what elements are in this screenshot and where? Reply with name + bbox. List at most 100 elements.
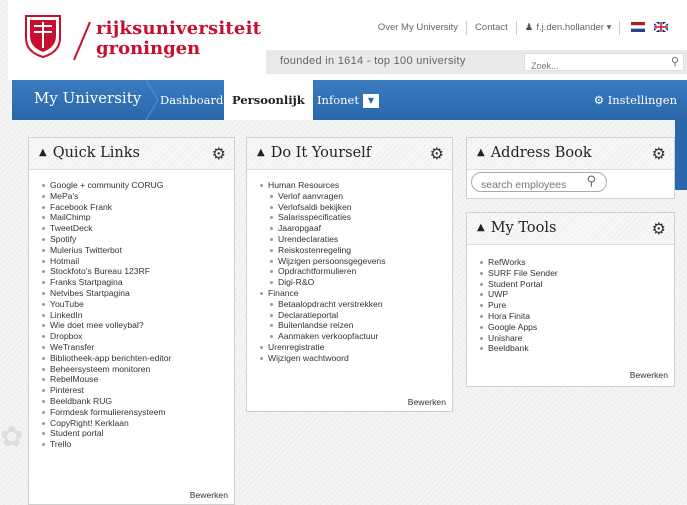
my-tools-header: ▲ My Tools ⚙ bbox=[467, 213, 674, 245]
contact-link[interactable]: Contact bbox=[467, 21, 517, 35]
gear-icon[interactable]: ⚙ bbox=[652, 144, 666, 163]
list-item[interactable]: Hotmail bbox=[41, 256, 234, 267]
edit-link[interactable]: Bewerken bbox=[630, 370, 668, 380]
settings-button[interactable]: ⚙ Instellingen bbox=[594, 80, 677, 120]
university-seal-icon[interactable] bbox=[24, 14, 62, 58]
list-item[interactable]: Wie doet mee volleybal? bbox=[41, 320, 234, 331]
list-item[interactable]: Beeldbank RUG bbox=[41, 396, 234, 407]
list-item[interactable]: Trello bbox=[41, 439, 234, 450]
list-item[interactable]: Dropbox bbox=[41, 331, 234, 342]
list-item[interactable]: UWP bbox=[479, 289, 674, 300]
brand-name-line2[interactable]: groningen bbox=[96, 38, 200, 59]
list-item[interactable]: Hora Finita bbox=[479, 311, 674, 322]
list-item[interactable]: Beheersysteem monitoren bbox=[41, 364, 234, 375]
list-item[interactable]: Facebook Frank bbox=[41, 202, 234, 213]
search-icon[interactable]: ⚲ bbox=[586, 174, 596, 189]
chevron-down-icon: ▾ bbox=[606, 22, 612, 33]
list-item[interactable]: TweetDeck bbox=[41, 223, 234, 234]
search-box: ⚲ bbox=[524, 53, 684, 74]
list-item[interactable]: Salarisspecificaties bbox=[259, 212, 452, 223]
tab-persoonlijk[interactable]: Persoonlijk bbox=[224, 80, 313, 120]
quick-links-title-label: Quick Links bbox=[52, 145, 140, 161]
nav-title[interactable]: My University bbox=[34, 89, 141, 107]
caret-up-icon: ▲ bbox=[477, 222, 485, 233]
list-item[interactable]: CopyRight! Kerklaan bbox=[41, 418, 234, 429]
caret-up-icon: ▲ bbox=[477, 147, 485, 158]
list-item[interactable]: Verlofsaldi bekijken bbox=[259, 202, 452, 213]
search-icon[interactable]: ⚲ bbox=[671, 55, 679, 68]
about-link[interactable]: Over My University bbox=[370, 21, 468, 35]
list-item[interactable]: Wijzigen wachtwoord bbox=[259, 353, 452, 364]
list-item[interactable]: Urenregistratie bbox=[259, 342, 452, 353]
user-menu[interactable]: ♟ f.j.den.hollander ▾ bbox=[517, 21, 621, 35]
list-item[interactable]: WeTransfer bbox=[41, 342, 234, 353]
nav-separator-icon bbox=[146, 80, 158, 120]
list-item[interactable]: Student portal bbox=[41, 428, 234, 439]
edit-link[interactable]: Bewerken bbox=[408, 397, 446, 407]
list-item[interactable]: Opdrachtformulieren bbox=[259, 266, 452, 277]
logo-slash-icon bbox=[73, 21, 91, 61]
list-item[interactable]: Betaalopdracht verstrekken bbox=[259, 299, 452, 310]
gear-icon[interactable]: ⚙ bbox=[430, 144, 444, 163]
user-name: f.j.den.hollander bbox=[536, 22, 604, 33]
list-item[interactable]: RebelMouse bbox=[41, 374, 234, 385]
address-book-title[interactable]: ▲ Address Book bbox=[477, 145, 592, 161]
list-item[interactable]: Wijzigen persoonsgegevens bbox=[259, 256, 452, 267]
address-book-panel: ▲ Address Book ⚙ ⚲ bbox=[466, 137, 675, 199]
dutch-flag-icon[interactable] bbox=[631, 22, 646, 33]
list-item[interactable]: MePa's bbox=[41, 191, 234, 202]
list-item[interactable]: SURF File Sender bbox=[479, 268, 674, 279]
my-tools-title-label: My Tools bbox=[490, 220, 557, 236]
list-item[interactable]: Unishare bbox=[479, 333, 674, 344]
edit-link[interactable]: Bewerken bbox=[190, 490, 228, 500]
list-item[interactable]: Buitenlandse reizen bbox=[259, 320, 452, 331]
list-item[interactable]: Netvibes Startpagina bbox=[41, 288, 234, 299]
list-item[interactable]: Formdesk formulierensysteem bbox=[41, 407, 234, 418]
gear-icon: ⚙ bbox=[593, 93, 605, 107]
list-item[interactable]: Student Portal bbox=[479, 279, 674, 290]
list-item[interactable]: LinkedIn bbox=[41, 310, 234, 321]
employee-search: ⚲ bbox=[471, 172, 607, 194]
list-item[interactable]: Digi-R&O bbox=[259, 277, 452, 288]
list-item[interactable]: Google Apps bbox=[479, 322, 674, 333]
list-item[interactable]: Verlof aanvragen bbox=[259, 191, 452, 202]
list-item[interactable]: Reiskostenregeling bbox=[259, 245, 452, 256]
tab-dashboard[interactable]: Dashboard bbox=[160, 80, 223, 120]
my-tools-title[interactable]: ▲ My Tools bbox=[477, 220, 556, 236]
list-item[interactable]: Google + community CORUG bbox=[41, 180, 234, 191]
employee-search-input[interactable] bbox=[472, 176, 580, 194]
list-item[interactable]: Declaratieportal bbox=[259, 310, 452, 321]
list-item[interactable]: Finance bbox=[259, 288, 452, 299]
list-item[interactable]: RefWorks bbox=[479, 257, 674, 268]
tab-infonet[interactable]: Infonet ▼ bbox=[317, 80, 379, 120]
main-nav: My University Dashboard Persoonlijk Info… bbox=[12, 80, 687, 120]
list-item[interactable]: YouTube bbox=[41, 299, 234, 310]
user-icon: ♟ bbox=[524, 22, 534, 33]
quick-links-title[interactable]: ▲ Quick Links bbox=[39, 145, 140, 161]
gear-icon[interactable]: ⚙ bbox=[212, 144, 226, 163]
diy-title[interactable]: ▲ Do It Yourself bbox=[257, 145, 371, 161]
list-item[interactable]: Mulerius Twitterbot bbox=[41, 245, 234, 256]
gear-icon[interactable]: ⚙ bbox=[652, 219, 666, 238]
list-item[interactable]: Franks Startpagina bbox=[41, 277, 234, 288]
tagline-bar: founded in 1614 - top 100 university ⚲ bbox=[266, 50, 687, 74]
chevron-down-icon[interactable]: ▼ bbox=[362, 94, 379, 108]
diy-header: ▲ Do It Yourself ⚙ bbox=[247, 138, 452, 170]
list-item[interactable]: Pinterest bbox=[41, 385, 234, 396]
list-item[interactable]: Human Resources bbox=[259, 180, 452, 191]
address-book-title-label: Address Book bbox=[490, 145, 592, 161]
list-item[interactable]: Jaaropgaaf bbox=[259, 223, 452, 234]
list-item[interactable]: Urendeclaraties bbox=[259, 234, 452, 245]
search-input[interactable] bbox=[525, 58, 655, 74]
list-item[interactable]: Beeldbank bbox=[479, 343, 674, 354]
settings-label: Instellingen bbox=[607, 93, 677, 107]
uk-flag-icon[interactable] bbox=[654, 22, 668, 33]
list-item[interactable]: Stockfoto's Bureau 123RF bbox=[41, 266, 234, 277]
caret-up-icon: ▲ bbox=[257, 147, 265, 158]
list-item[interactable]: Spotify bbox=[41, 234, 234, 245]
brand-name-line1[interactable]: rijksuniversiteit bbox=[96, 18, 261, 39]
list-item[interactable]: Pure bbox=[479, 300, 674, 311]
list-item[interactable]: MailChimp bbox=[41, 212, 234, 223]
list-item[interactable]: Aanmaken verkoopfactuur bbox=[259, 331, 452, 342]
list-item[interactable]: Bibliotheek-app berichten-editor bbox=[41, 353, 234, 364]
